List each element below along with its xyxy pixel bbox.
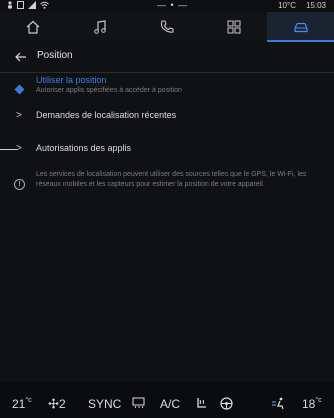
chevron-right-icon: > [16, 143, 22, 154]
recent-requests-label: Demandes de localisation récentes [36, 110, 177, 120]
fan-speed[interactable]: 2 [48, 397, 66, 411]
chevron-right-icon: > [16, 110, 22, 121]
rear-defrost-button[interactable] [132, 397, 145, 412]
temperature-right[interactable]: 18°c [302, 397, 322, 411]
steering-wheel-icon [220, 397, 233, 410]
fan-level: 2 [59, 397, 66, 411]
use-location-toggle[interactable]: Utiliser la position Autoriser applis sp… [0, 72, 334, 98]
tab-home[interactable] [0, 12, 67, 42]
status-icons [7, 1, 49, 11]
back-arrow-icon[interactable] [14, 50, 28, 64]
temperature-right-unit: °c [315, 397, 322, 404]
home-icon [26, 20, 40, 34]
defrost-icon [132, 397, 145, 409]
recent-location-requests-item[interactable]: > Demandes de localisation récentes [0, 109, 334, 125]
apps-icon [227, 20, 241, 34]
top-navigation [0, 12, 334, 42]
climate-bar: 21°c 2 SYNC A/C 18°c [0, 382, 334, 418]
temperature-left[interactable]: 21°c [12, 397, 32, 411]
user-icon [7, 1, 13, 11]
wifi-icon [40, 1, 49, 11]
seat-heat-icon [197, 398, 206, 408]
info-text: Les services de localisation peuvent uti… [36, 171, 307, 188]
music-icon [94, 20, 106, 34]
temperature-right-value: 18 [302, 397, 316, 411]
use-location-title: Utiliser la position [36, 75, 107, 85]
tab-apps[interactable] [200, 12, 267, 42]
app-permissions-item[interactable]: > Autorisations des applis [0, 142, 334, 158]
sim-icon [17, 1, 24, 11]
location-toggle-icon[interactable] [14, 84, 25, 95]
seat-heat-button[interactable] [195, 397, 208, 413]
car-icon [293, 22, 308, 33]
sync-button[interactable]: SYNC [88, 397, 121, 411]
tab-vehicle[interactable] [267, 12, 334, 42]
air-distribution-button[interactable] [272, 397, 286, 413]
steering-wheel-heat-button[interactable] [220, 397, 233, 413]
temperature-left-value: 21 [12, 397, 26, 411]
page-title: Position [37, 50, 73, 61]
tab-phone[interactable] [134, 12, 201, 42]
location-info: ! Les services de localisation peuvent u… [0, 170, 334, 206]
fan-icon [48, 398, 59, 409]
use-location-subtitle: Autoriser applis spécifiées à accéder à … [36, 87, 182, 94]
clock: 15:03 [305, 1, 326, 10]
page-header: Position [0, 42, 334, 72]
outside-temperature: 10°C [278, 1, 296, 10]
ac-button[interactable]: A/C [160, 397, 180, 411]
status-bar: — • — 10°C 15:03 [0, 0, 334, 12]
air-flow-icon [272, 397, 284, 410]
status-center-indicator: — • — [157, 0, 189, 10]
signal-icon [28, 1, 36, 11]
temperature-left-unit: °c [25, 397, 32, 404]
phone-icon [160, 20, 174, 33]
position-settings-panel: Position Utiliser la position Autoriser … [0, 42, 334, 382]
info-icon: ! [14, 179, 25, 190]
tab-music[interactable] [67, 12, 134, 42]
app-permissions-label: Autorisations des applis [36, 143, 132, 153]
